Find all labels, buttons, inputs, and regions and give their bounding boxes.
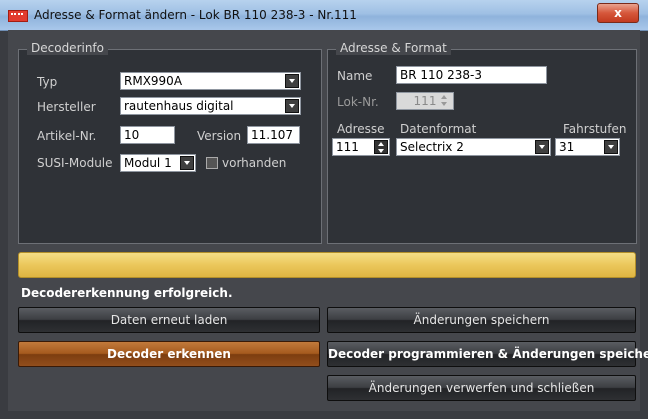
adresse-value: 111 bbox=[336, 140, 359, 154]
version-label: Version bbox=[197, 129, 242, 143]
susi-label: SUSI-Module bbox=[37, 156, 113, 170]
typ-select[interactable]: RMX990A bbox=[120, 72, 301, 90]
fahrstufen-label: Fahrstufen bbox=[563, 122, 627, 136]
adresse-format-group: Adresse & Format Name BR 110 238-3 Lok-N… bbox=[327, 41, 637, 244]
adresse-format-title: Adresse & Format bbox=[336, 41, 451, 55]
hersteller-label: Hersteller bbox=[37, 100, 96, 114]
artikel-label: Artikel-Nr. bbox=[37, 129, 97, 143]
fahrstufen-select[interactable]: 31 bbox=[555, 138, 620, 156]
dialog-window: Adresse & Format ändern - Lok BR 110 238… bbox=[0, 0, 648, 419]
datenformat-value: Selectrix 2 bbox=[400, 140, 464, 154]
chevron-down-icon[interactable] bbox=[535, 140, 549, 154]
typ-label: Typ bbox=[37, 75, 58, 89]
save-button[interactable]: Änderungen speichern bbox=[327, 307, 636, 333]
loknr-value: 111 bbox=[413, 94, 437, 108]
title-bar[interactable]: Adresse & Format ändern - Lok BR 110 238… bbox=[0, 0, 648, 31]
decoderinfo-title: Decoderinfo bbox=[27, 41, 109, 55]
chevron-down-icon[interactable] bbox=[604, 140, 618, 154]
dialog-content: Decoderinfo Typ RMX990A Hersteller raute… bbox=[8, 30, 648, 411]
version-field[interactable]: 11.107 bbox=[247, 126, 300, 144]
close-button[interactable]: x bbox=[597, 3, 639, 23]
loknr-label: Lok-Nr. bbox=[337, 95, 379, 109]
detect-decoder-button[interactable]: Decoder erkennen bbox=[18, 341, 320, 367]
vorhanden-checkbox[interactable] bbox=[206, 157, 218, 169]
typ-value: RMX990A bbox=[124, 74, 183, 88]
discard-close-button[interactable]: Änderungen verwerfen und schließen bbox=[327, 375, 636, 401]
adresse-label: Adresse bbox=[337, 122, 385, 136]
program-save-button[interactable]: Decoder programmieren & Änderungen speic… bbox=[327, 341, 648, 367]
susi-select[interactable]: Modul 1 bbox=[120, 154, 196, 172]
name-field[interactable]: BR 110 238-3 bbox=[396, 66, 547, 84]
chevron-down-icon[interactable] bbox=[285, 99, 299, 113]
loknr-spinner: 111 bbox=[396, 92, 454, 110]
chevron-down-icon[interactable] bbox=[285, 74, 299, 88]
name-label: Name bbox=[337, 69, 373, 83]
hersteller-select[interactable]: rautenhaus digital bbox=[120, 97, 301, 115]
reload-button[interactable]: Daten erneut laden bbox=[18, 307, 320, 333]
rail-app-icon bbox=[8, 10, 28, 22]
adresse-spinner[interactable]: 111 bbox=[332, 138, 390, 156]
spinner-icon bbox=[438, 94, 452, 108]
status-text: Decodererkennung erfolgreich. bbox=[21, 286, 233, 300]
hersteller-value: rautenhaus digital bbox=[124, 99, 234, 113]
artikel-field[interactable]: 10 bbox=[120, 126, 175, 144]
chevron-down-icon[interactable] bbox=[180, 156, 194, 170]
vorhanden-label: vorhanden bbox=[222, 156, 287, 170]
decoderinfo-group: Decoderinfo Typ RMX990A Hersteller raute… bbox=[18, 41, 322, 244]
datenformat-label: Datenformat bbox=[400, 122, 477, 136]
datenformat-select[interactable]: Selectrix 2 bbox=[396, 138, 551, 156]
window-title: Adresse & Format ändern - Lok BR 110 238… bbox=[34, 8, 357, 22]
fahrstufen-value: 31 bbox=[559, 140, 575, 154]
susi-value: Modul 1 bbox=[124, 156, 172, 170]
spinner-icon[interactable] bbox=[374, 140, 388, 154]
progress-bar bbox=[18, 252, 636, 278]
